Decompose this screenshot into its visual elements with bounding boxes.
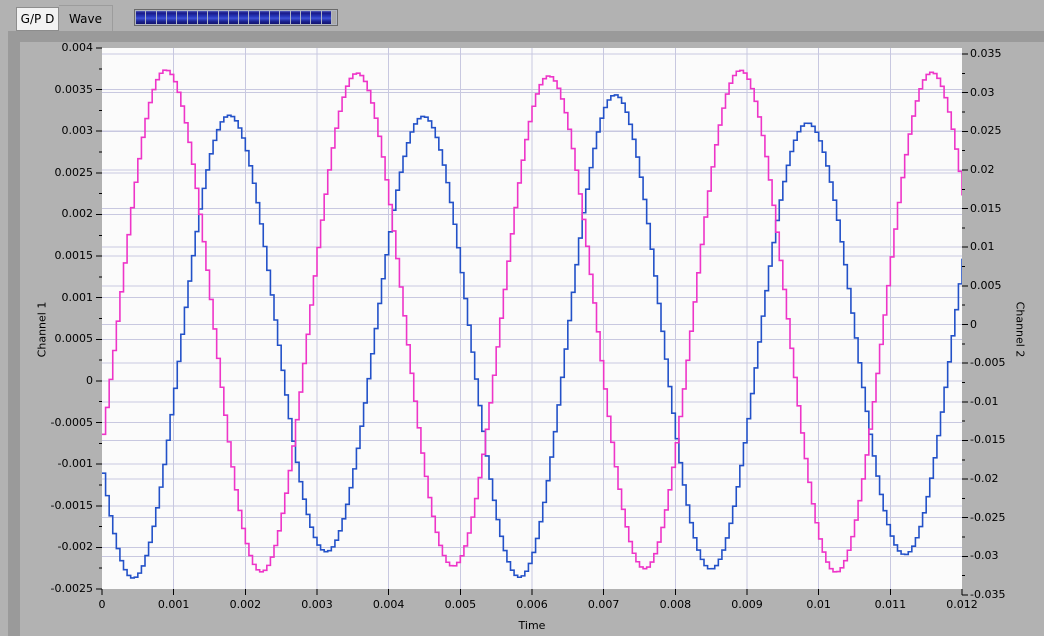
y-left-tick-label: 0.002: [61, 207, 94, 221]
y-right-tick-label: 0.025: [970, 124, 1002, 138]
x-tick-label: 0.005: [444, 598, 477, 611]
y-left-tick-label: -0.0025: [50, 582, 93, 595]
progress-segment: [249, 11, 259, 24]
progress-segment: [321, 11, 331, 24]
x-tick-label: 0.012: [946, 598, 978, 611]
progress-segment: [311, 11, 321, 24]
progress-segment: [208, 11, 218, 24]
progress-segment: [270, 11, 280, 24]
progress-segment: [301, 11, 311, 24]
y-right-tick-label: -0.01: [970, 394, 999, 408]
front-panel: G/P D Wave 0.004 0.0035 0.003 0.0025 0.002 0.…: [0, 0, 1044, 636]
y-right-tick-label: 0.005: [970, 278, 1002, 292]
y-left-tick-label: 0.0015: [54, 249, 94, 263]
y-left-tick-label: 0.001: [61, 290, 94, 304]
progress-segment: [177, 11, 187, 24]
progress-segment: [156, 11, 166, 24]
tab-gpd-label: G/P D: [20, 12, 55, 26]
progress-segment: [290, 11, 300, 24]
y-left-tick-label: -0.001: [57, 457, 93, 471]
x-tick-label: 0.008: [659, 598, 692, 611]
tab-page-edge-left: [8, 31, 20, 636]
y-left-tick-label: 0.0035: [54, 82, 94, 96]
progress-segment: [136, 11, 146, 24]
y-right-tick-label: -0.03: [970, 549, 999, 563]
y-right-tick-label: -0.025: [970, 510, 1006, 524]
y-left-tick-label: 0.004: [61, 41, 94, 54]
y-left-tick-label: -0.0015: [50, 498, 93, 512]
y-left-tick-label: -0.002: [57, 540, 93, 554]
y-left-tick-label: 0: [86, 373, 93, 387]
x-tick-label: 0.009: [731, 598, 763, 611]
progress-segment: [166, 11, 177, 24]
y-right-axis-title: Channel 2: [1013, 301, 1027, 358]
x-tick-label: 0.006: [516, 598, 548, 611]
progress-segment: [197, 11, 208, 24]
y-left-axis-title: Channel 1: [35, 301, 49, 358]
y-right-tick-label: 0.01: [970, 240, 995, 254]
y-right-tick-label: 0: [970, 317, 977, 331]
x-tick-label: 0: [98, 598, 106, 611]
y-left-tick-label: 0.0005: [54, 332, 94, 346]
x-tick-label: 0.007: [587, 598, 620, 611]
tab-wave[interactable]: Wave: [59, 5, 113, 32]
tab-gpd[interactable]: G/P D: [16, 7, 59, 31]
progress-segment: [228, 11, 239, 24]
y-right-tick-label: -0.015: [970, 433, 1006, 447]
plot-area: [96, 47, 968, 596]
progress-segment: [187, 11, 197, 24]
progress-trough: [331, 11, 336, 24]
x-axis-title: Time: [518, 619, 546, 632]
progress-bar: [134, 9, 338, 26]
tab-wave-label: Wave: [69, 12, 102, 26]
y-left-tick-label: 0.0025: [54, 165, 94, 179]
y-right-tick-label: -0.02: [970, 472, 999, 486]
progress-segment: [280, 11, 290, 24]
y-left-tick-label: 0.003: [61, 124, 94, 138]
progress-segment: [259, 11, 270, 24]
progress-segment: [146, 11, 156, 24]
y-left-tick-label: -0.0005: [50, 415, 93, 429]
y-right-tick-label: 0.015: [970, 201, 1002, 215]
y-right-tick-label: 0.03: [970, 85, 995, 99]
x-tick-label: 0.011: [874, 598, 907, 611]
y-right-tick-label: -0.005: [970, 356, 1006, 370]
y-right-tick-label: 0.035: [970, 47, 1002, 60]
y-right-tick-label: 0.02: [970, 162, 995, 176]
x-tick-label: 0.003: [301, 598, 333, 611]
x-tick-label: 0.01: [806, 598, 831, 611]
x-tick-label: 0.002: [229, 598, 262, 611]
x-tick-label: 0.001: [157, 598, 190, 611]
progress-segment: [218, 11, 228, 24]
progress-segment: [239, 11, 249, 24]
x-tick-label: 0.004: [372, 598, 405, 611]
